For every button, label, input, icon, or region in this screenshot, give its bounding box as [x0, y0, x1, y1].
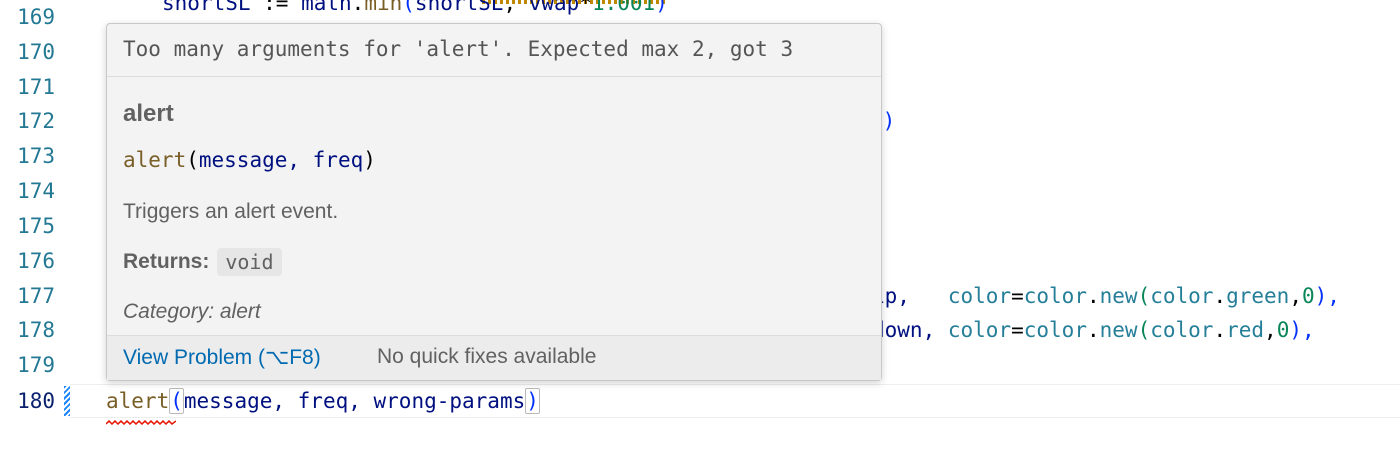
variable-token: vwap [528, 0, 580, 15]
comma-token: , [1264, 318, 1277, 342]
function-token: new [1099, 284, 1138, 308]
number-token: 1.001 [591, 0, 656, 15]
paren-token: ( [169, 388, 184, 414]
operator-token: = [1011, 318, 1024, 342]
dot-token: . [1086, 284, 1100, 308]
no-quick-fixes-text: No quick fixes available [377, 345, 597, 368]
code-editor[interactable]: 169 shortSL := math.min(shortSL, vwap*1.… [0, 0, 1400, 475]
paren-token: ), [1289, 318, 1315, 342]
comma-token: , [503, 0, 529, 15]
line-number: 173 [17, 144, 55, 168]
function-token: alert [106, 389, 170, 413]
line-number: 172 [17, 109, 55, 133]
function-token: new [1099, 318, 1138, 342]
signature-paren: ( [186, 148, 199, 172]
line-number: 174 [17, 179, 55, 203]
paren-token: ( [1137, 318, 1151, 342]
code-text[interactable]: down, color=color.new(color.red,0), [872, 313, 1315, 347]
paren-token: ( [402, 0, 415, 15]
line-number: 171 [17, 75, 55, 99]
dot-token: . [1213, 318, 1227, 342]
function-token: min [364, 0, 403, 15]
hover-status-bar: View Problem (⌥F8) No quick fixes availa… [107, 335, 881, 380]
namespace-token: color [1023, 284, 1087, 308]
returns-type: void [217, 248, 282, 276]
number-token: 0 [1276, 318, 1290, 342]
returns-row: Returns: void [123, 248, 282, 276]
line-number: 175 [17, 214, 55, 238]
namespace-token: color [1150, 284, 1214, 308]
operator-token: = [1011, 284, 1024, 308]
line-number: 169 [17, 5, 55, 29]
description: Triggers an alert event. [123, 200, 339, 223]
category: Category: alert [123, 300, 261, 323]
paren-token: ) [655, 0, 668, 15]
param-token: color [947, 284, 1012, 308]
namespace-token: math [301, 0, 352, 15]
error-message: Too many arguments for 'alert'. Expected… [123, 37, 794, 61]
code-text[interactable]: alert(message, freq, wrong-params) [106, 384, 540, 418]
operator-token: := [250, 0, 302, 15]
line-number: 180 [17, 389, 55, 413]
paren-token: ( [1137, 284, 1151, 308]
dot-token: . [1213, 284, 1227, 308]
namespace-token: color [1023, 318, 1087, 342]
arguments-token: message, freq, wrong-params [183, 389, 526, 413]
operator-token: * [579, 0, 592, 15]
paren-token: ), [1314, 284, 1340, 308]
dot-token: . [1086, 318, 1100, 342]
function-signature: alert(message, freq) [123, 148, 376, 172]
dot-token: . [351, 0, 365, 15]
code-text[interactable]: shortSL := math.min(shortSL, vwap*1.001) [162, 0, 668, 20]
returns-label: Returns: [123, 250, 210, 273]
line-number: 170 [17, 40, 55, 64]
line-number: 177 [17, 284, 55, 308]
paren-token: ) [882, 109, 896, 133]
constant-token: green [1226, 284, 1290, 308]
line-number: 176 [17, 249, 55, 273]
variable-token: shortSL [414, 0, 504, 15]
view-problem-link[interactable]: View Problem (⌥F8) [123, 345, 321, 370]
number-token: 0 [1301, 284, 1315, 308]
line-number: 178 [17, 318, 55, 342]
signature-paren: ) [363, 148, 376, 172]
namespace-token: color [1150, 318, 1214, 342]
hover-tooltip: Too many arguments for 'alert'. Expected… [106, 23, 882, 381]
param-token: color [947, 318, 1012, 342]
paren-token: ) [525, 388, 540, 414]
code-line-180[interactable]: 180 alert(message, freq, wrong-params) [0, 384, 1400, 418]
signature-function: alert [123, 148, 187, 172]
comma-token: , [1289, 284, 1302, 308]
error-squiggle [106, 420, 176, 425]
separator [107, 76, 881, 77]
hover-title: alert [123, 100, 174, 127]
code-text[interactable]: ip, color=color.new(color.green,0), [872, 279, 1340, 313]
variable-token: shortSL [162, 0, 251, 15]
line-number: 179 [17, 353, 55, 377]
constant-token: red [1226, 318, 1265, 342]
signature-params: message, freq [198, 148, 364, 172]
